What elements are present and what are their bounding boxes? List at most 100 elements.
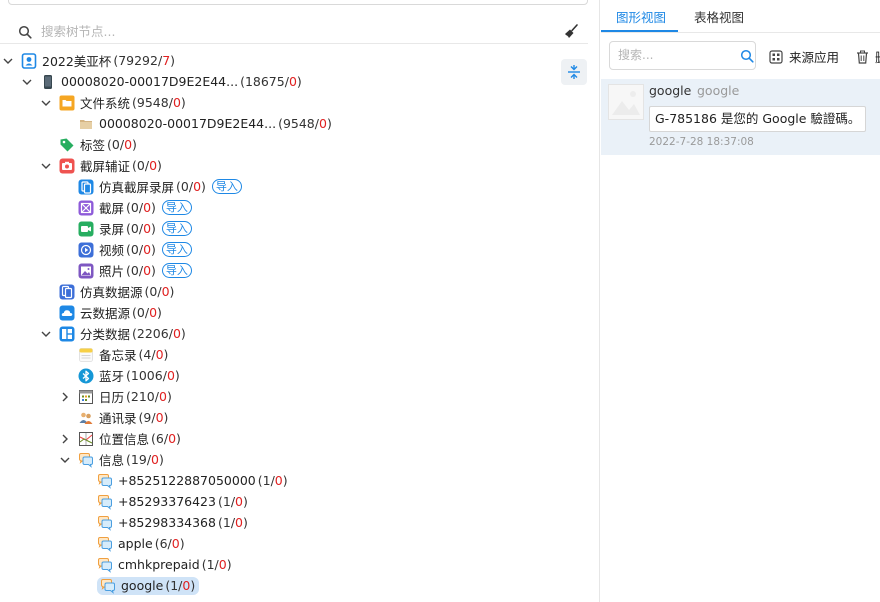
tree-node[interactable]: 仿真数据源 (0/0): [39, 281, 174, 302]
tree-node-count: (1/0): [217, 494, 248, 509]
tree-node[interactable]: 日历 (210/0): [58, 386, 172, 407]
tag-icon: [59, 137, 75, 153]
tree-node-label: 位置信息: [99, 432, 150, 447]
tree-node[interactable]: 视频 (0/0) 导入: [58, 239, 192, 260]
tree-node[interactable]: 录屏 (0/0) 导入: [58, 218, 192, 239]
count-flagged: 0: [155, 410, 164, 425]
tree-node-label: 日历: [99, 390, 125, 405]
import-button[interactable]: 导入: [161, 263, 192, 278]
chat-icon: [97, 473, 113, 489]
tree-node[interactable]: google (1/0): [77, 575, 200, 596]
chevron-down-icon[interactable]: [1, 54, 15, 68]
location-icon: [78, 431, 94, 447]
tree-node[interactable]: 截屏 (0/0) 导入: [58, 197, 192, 218]
tree-node[interactable]: 文件系统 (9548/0): [39, 92, 186, 113]
count-total: 0: [130, 263, 139, 278]
tree-node[interactable]: 备忘录 (4/0): [58, 344, 168, 365]
import-button[interactable]: 导入: [161, 242, 192, 257]
app-window: 2022美亚杯(79292/7)00008020-00017D9E2E44...…: [0, 0, 880, 602]
chevron-right-icon[interactable]: [58, 432, 72, 446]
count-total: 9548: [282, 116, 315, 131]
tree-node-label: 信息: [99, 453, 125, 468]
source-app-button[interactable]: 来源应用: [769, 47, 839, 66]
search-icon[interactable]: [740, 49, 754, 63]
selected-node-highlight[interactable]: google (1/0): [97, 576, 200, 595]
tree-node[interactable]: 仿真截屏录屏 (0/0) 导入: [58, 176, 242, 197]
tab-graph-view[interactable]: 图形视图: [616, 7, 666, 26]
count-total: 0: [111, 137, 120, 152]
chevron-down-icon[interactable]: [20, 75, 34, 89]
chevron-down-icon[interactable]: [39, 96, 53, 110]
tree-node-count: (0/0): [107, 137, 137, 152]
tree-node[interactable]: apple (6/0): [77, 533, 185, 554]
tree-node-count: (1/0): [165, 578, 196, 593]
calendar-icon: [78, 389, 94, 405]
message-item[interactable]: google google G-785186 是您的 Google 驗證碼。 2…: [601, 79, 880, 155]
tree-node[interactable]: 00008020-00017D9E2E44... (9548/0): [58, 113, 332, 134]
tree-node[interactable]: 蓝牙 (1006/0): [58, 365, 180, 386]
tree-node[interactable]: cmhkprepaid (1/0): [77, 554, 232, 575]
count-total: 0: [130, 242, 139, 257]
trash-icon: [857, 50, 868, 64]
count-flagged: 0: [143, 221, 152, 236]
tree-node[interactable]: 照片 (0/0) 导入: [58, 260, 192, 281]
import-button[interactable]: 导入: [161, 221, 192, 236]
tab-table-view[interactable]: 表格视图: [694, 7, 744, 26]
tree-node-count: (18675/0): [240, 74, 302, 89]
apps-grid-icon: [769, 49, 783, 64]
tree-search-input[interactable]: [41, 22, 541, 40]
folder-icon: [59, 95, 75, 111]
count-total: 9548: [136, 95, 169, 110]
tree-node[interactable]: +85298334368 (1/0): [77, 512, 248, 533]
message-search-input[interactable]: [618, 48, 728, 62]
chevron-down-icon[interactable]: [39, 327, 53, 341]
count-total: 4: [143, 347, 152, 362]
tree-node-count: (210/0): [126, 389, 172, 404]
tree-node[interactable]: 2022美亚杯 (79292/7): [1, 50, 175, 71]
tree-node-count: (0/0): [126, 221, 156, 236]
broom-icon[interactable]: [562, 23, 580, 41]
chevron-down-icon[interactable]: [39, 159, 53, 173]
tree-node[interactable]: 信息 (19/0): [58, 449, 164, 470]
tree-node-label: 视频: [99, 243, 125, 258]
count-total: 0: [130, 200, 139, 215]
tree-node[interactable]: 位置信息 (6/0): [58, 428, 181, 449]
tree-node-label: 标签: [80, 138, 106, 153]
import-button[interactable]: 导入: [161, 200, 192, 215]
chevron-right-icon[interactable]: [58, 390, 72, 404]
detail-panel: 图形视图 表格视图 来源应用: [601, 0, 880, 602]
tree-node-count: (0/0): [176, 179, 206, 194]
phone-icon: [40, 74, 56, 90]
tree-node[interactable]: +8525122887050000 (1/0): [77, 470, 288, 491]
count-total: 0: [130, 221, 139, 236]
tree-node-label: google: [121, 578, 164, 593]
import-button[interactable]: 导入: [211, 179, 242, 194]
tree-node-count: (0/0): [144, 284, 175, 299]
count-total: 6: [159, 536, 168, 551]
count-flagged: 0: [155, 347, 164, 362]
chat-icon: [97, 515, 113, 531]
source-app-label: 来源应用: [789, 50, 840, 65]
collapse-all-button[interactable]: [561, 59, 587, 85]
tree-node[interactable]: 截屏辅证 (0/0): [39, 155, 162, 176]
delete-button[interactable]: 删: [856, 47, 880, 66]
tree-node-label: 蓝牙: [99, 369, 125, 384]
count-flagged: 0: [143, 263, 152, 278]
tree-node[interactable]: 通讯录 (9/0): [58, 407, 168, 428]
tree-node[interactable]: +85293376423 (1/0): [77, 491, 248, 512]
tree-node[interactable]: 云数据源 (0/0): [39, 302, 162, 323]
tree-node[interactable]: 标签 (0/0): [39, 134, 137, 155]
tree-node[interactable]: 分类数据 (2206/0): [39, 323, 186, 344]
tree-node[interactable]: 00008020-00017D9E2E44... (18675/0): [20, 71, 302, 92]
tree-node-label: 通讯录: [99, 411, 137, 426]
image-placeholder-icon: [609, 85, 643, 119]
chevron-down-icon[interactable]: [58, 453, 72, 467]
cloud-icon: [59, 305, 75, 321]
